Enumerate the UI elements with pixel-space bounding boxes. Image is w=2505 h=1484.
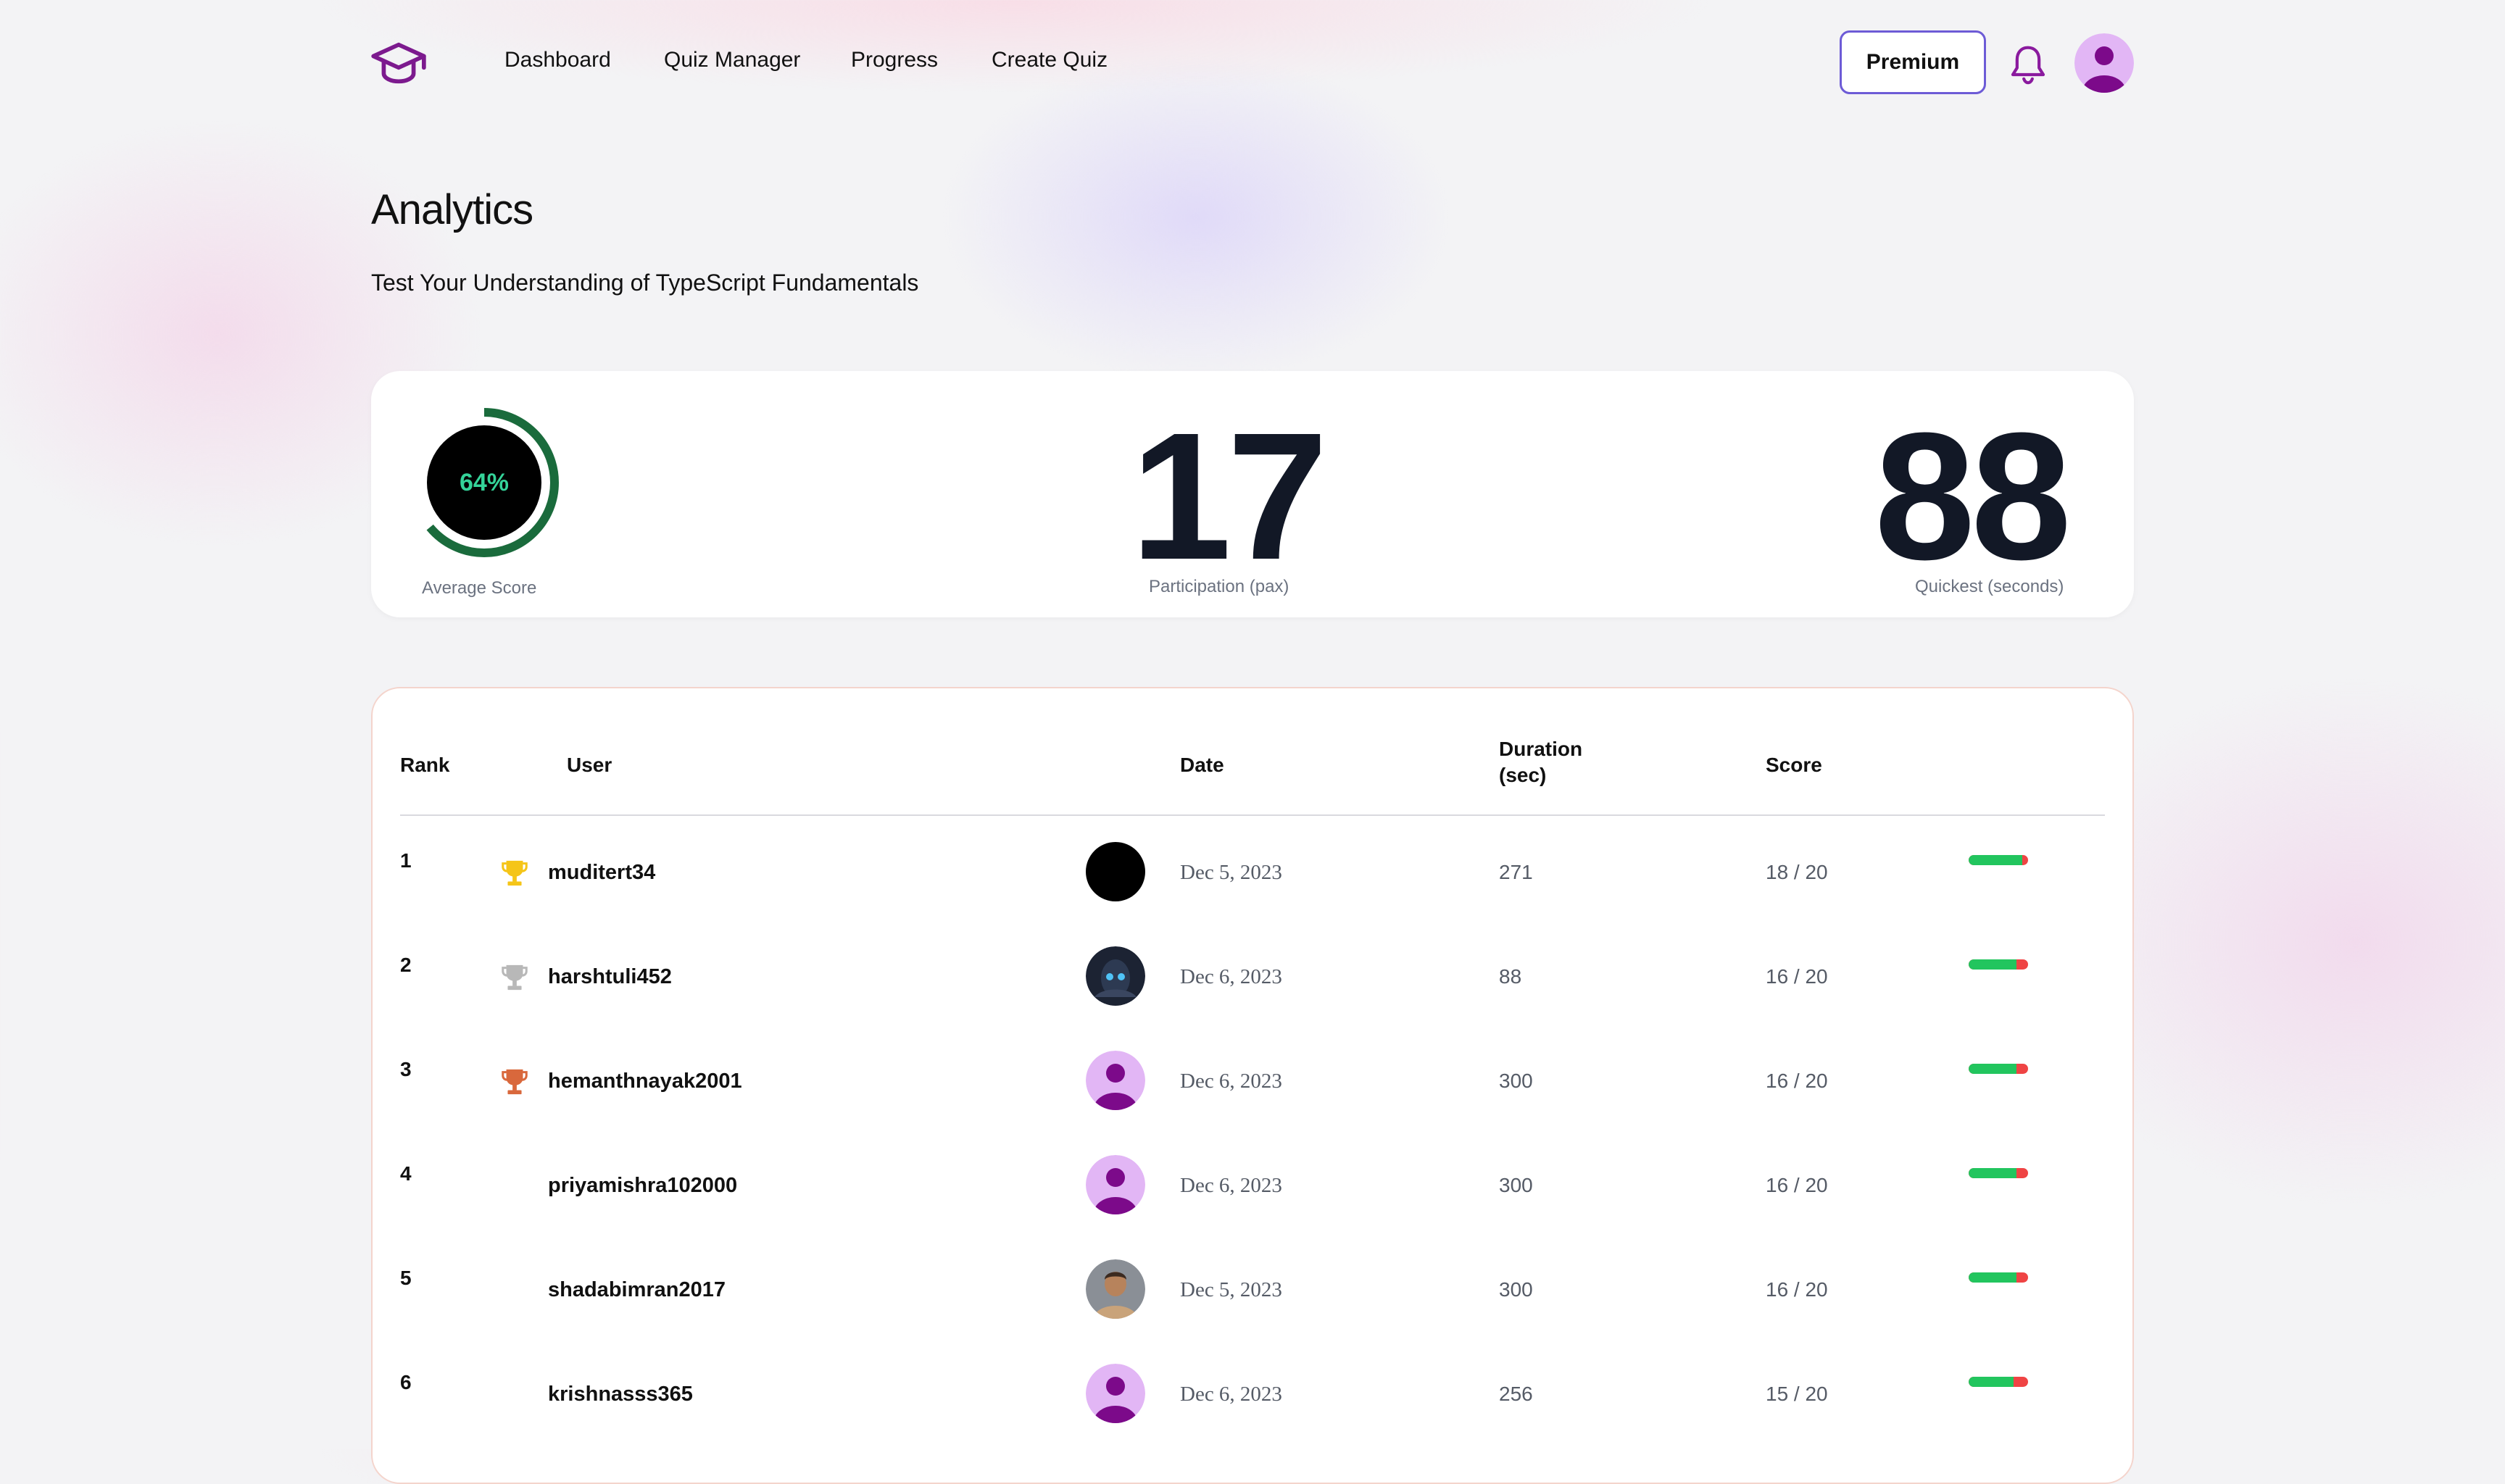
header-duration-line2: (sec) xyxy=(1499,764,1547,786)
participation-label: Participation (pax) xyxy=(1149,577,1289,596)
duration-cell: 300 xyxy=(1499,1070,1533,1092)
score-bar-fill xyxy=(1969,1168,2016,1178)
username-cell[interactable]: muditert34 xyxy=(548,861,655,885)
average-score-value: 64% xyxy=(459,468,510,496)
nav-quiz-manager[interactable]: Quiz Manager xyxy=(664,48,800,72)
table-row[interactable]: 4 priyamishra102000 Dec 6, 2023 300 16 /… xyxy=(0,1152,2505,1256)
score-bar xyxy=(1969,1064,2028,1074)
quiz-subtitle: Test Your Understanding of TypeScript Fu… xyxy=(371,270,919,296)
gold-trophy-icon xyxy=(502,860,528,886)
score-cell: 16 / 20 xyxy=(1766,1174,1828,1196)
table-row[interactable]: 3 hemanthnayak2001 Dec 6, 2023 300 16 / … xyxy=(0,1048,2505,1152)
username-cell[interactable]: shadabimran2017 xyxy=(548,1278,726,1302)
score-bar xyxy=(1969,1168,2028,1178)
user-avatar[interactable] xyxy=(2074,33,2134,93)
duration-cell: 300 xyxy=(1499,1278,1533,1301)
quickest-value: 88 xyxy=(1874,395,2072,597)
nav-create-quiz[interactable]: Create Quiz xyxy=(992,48,1108,72)
table-header-divider xyxy=(400,814,2105,816)
score-cell: 16 / 20 xyxy=(1766,1070,1828,1092)
duration-cell: 88 xyxy=(1499,965,1522,988)
premium-button[interactable]: Premium xyxy=(1840,30,1986,94)
score-bar-fill xyxy=(1969,1377,2014,1387)
score-bar xyxy=(1969,1377,2028,1387)
date-cell: Dec 6, 2023 xyxy=(1180,1070,1282,1093)
header-duration: Duration (sec) xyxy=(1499,736,1582,788)
username-cell[interactable]: priyamishra102000 xyxy=(548,1174,737,1198)
duration-cell: 256 xyxy=(1499,1383,1533,1405)
header-date: Date xyxy=(1180,754,1224,776)
bronze-trophy-icon xyxy=(502,1069,528,1095)
silver-trophy-icon xyxy=(502,964,528,991)
table-row[interactable]: 1 muditert34 Dec 5, 2023 271 18 / 20 xyxy=(0,839,2505,943)
nav-progress[interactable]: Progress xyxy=(851,48,938,72)
score-bar-fill xyxy=(1969,959,2016,970)
score-cell: 15 / 20 xyxy=(1766,1383,1828,1405)
date-cell: Dec 6, 2023 xyxy=(1180,1383,1282,1406)
header-rank: Rank xyxy=(400,754,450,776)
default-avatar xyxy=(1086,1155,1145,1214)
rank-cell: 5 xyxy=(400,1267,412,1289)
score-cell: 16 / 20 xyxy=(1766,1278,1828,1301)
date-cell: Dec 5, 2023 xyxy=(1180,1278,1282,1301)
table-row[interactable]: 2 harshtuli452 Dec 6, 2023 88 16 / 20 xyxy=(0,943,2505,1048)
score-bar xyxy=(1969,1272,2028,1283)
page-title: Analytics xyxy=(371,186,533,233)
photo-avatar xyxy=(1086,1259,1145,1319)
rank-cell: 4 xyxy=(400,1162,412,1185)
nav-dashboard[interactable]: Dashboard xyxy=(504,48,611,72)
username-cell[interactable]: krishnasss365 xyxy=(548,1383,693,1406)
photo-avatar xyxy=(1086,946,1145,1006)
header-user: User xyxy=(567,754,612,776)
username-cell[interactable]: harshtuli452 xyxy=(548,965,672,989)
average-score-label: Average Score xyxy=(422,578,537,598)
graduation-cap-logo-icon[interactable] xyxy=(371,38,426,88)
participation-value: 17 xyxy=(1131,395,1328,597)
score-bar xyxy=(1969,959,2028,970)
black-avatar xyxy=(1086,842,1145,901)
date-cell: Dec 5, 2023 xyxy=(1180,861,1282,884)
bell-icon[interactable] xyxy=(2008,42,2048,87)
score-bar-fill xyxy=(1969,855,2022,865)
score-bar-fill xyxy=(1969,1272,2016,1283)
quickest-label: Quickest (seconds) xyxy=(1915,577,2064,596)
header-score: Score xyxy=(1766,754,1822,776)
username-cell[interactable]: hemanthnayak2001 xyxy=(548,1070,742,1093)
header-duration-line1: Duration xyxy=(1499,738,1583,760)
table-row[interactable]: 6 krishnasss365 Dec 6, 2023 256 15 / 20 xyxy=(0,1361,2505,1465)
date-cell: Dec 6, 2023 xyxy=(1180,1174,1282,1197)
score-bar xyxy=(1969,855,2028,865)
score-bar-fill xyxy=(1969,1064,2016,1074)
rank-cell: 1 xyxy=(400,849,412,872)
rank-cell: 6 xyxy=(400,1371,412,1393)
default-avatar xyxy=(1086,1364,1145,1423)
default-avatar xyxy=(1086,1051,1145,1110)
score-cell: 18 / 20 xyxy=(1766,861,1828,883)
duration-cell: 271 xyxy=(1499,861,1533,883)
duration-cell: 300 xyxy=(1499,1174,1533,1196)
table-row[interactable]: 5 shadabimran2017 Dec 5, 2023 300 16 / 2… xyxy=(0,1256,2505,1361)
rank-cell: 3 xyxy=(400,1058,412,1080)
rank-cell: 2 xyxy=(400,954,412,976)
score-cell: 16 / 20 xyxy=(1766,965,1828,988)
date-cell: Dec 6, 2023 xyxy=(1180,965,1282,988)
